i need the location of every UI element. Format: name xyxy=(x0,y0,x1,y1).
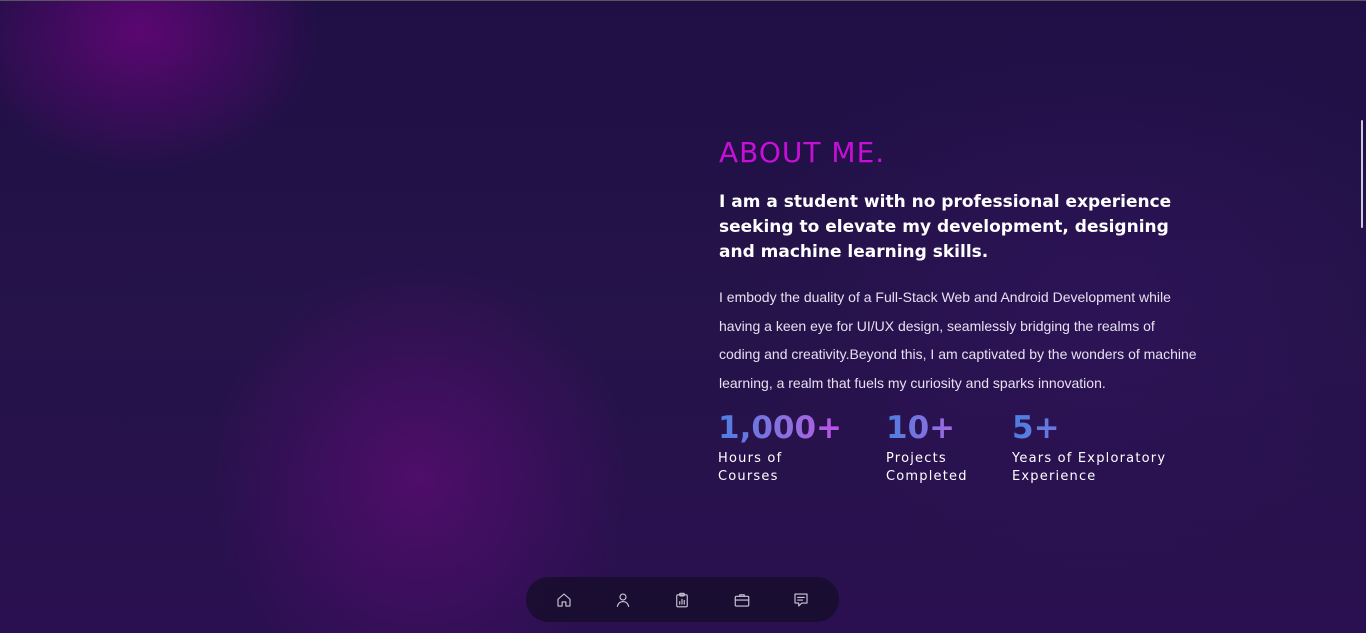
nav-home-button[interactable] xyxy=(547,583,581,617)
stat-years-experience: 5+ Years of Exploratory Experience xyxy=(1012,408,1212,486)
nav-about-button[interactable] xyxy=(606,583,640,617)
stat-label-line: Hours of xyxy=(718,451,783,466)
stat-label-line: Years of Exploratory xyxy=(1012,451,1167,466)
stats-row: 1,000+ Hours of Courses 10+ Projects Com… xyxy=(718,408,1218,498)
scrollbar-thumb[interactable] xyxy=(1361,120,1363,228)
stat-label-line: Courses xyxy=(718,469,779,484)
top-divider xyxy=(0,0,1366,1)
nav-resume-button[interactable] xyxy=(665,583,699,617)
stat-value: 1,000+ xyxy=(718,408,868,448)
message-icon xyxy=(794,592,808,607)
stat-hours-of-courses: 1,000+ Hours of Courses xyxy=(718,408,868,486)
stat-projects-completed: 10+ Projects Completed xyxy=(886,408,996,486)
home-icon xyxy=(557,592,571,607)
stat-value: 10+ xyxy=(886,408,996,448)
stat-value: 5+ xyxy=(1012,408,1212,448)
nav-work-button[interactable] xyxy=(725,583,759,617)
stat-label-line: Experience xyxy=(1012,469,1097,484)
about-section: ABOUT ME. I am a student with no profess… xyxy=(719,136,1219,397)
stat-label-line: Projects xyxy=(886,451,947,466)
clipboard-chart-icon xyxy=(676,592,689,607)
stat-label: Hours of Courses xyxy=(718,450,868,486)
nav-contact-button[interactable] xyxy=(784,583,818,617)
bottom-nav-bar xyxy=(526,577,839,622)
stat-label: Years of Exploratory Experience xyxy=(1012,450,1212,486)
stat-label-line: Completed xyxy=(886,469,968,484)
user-icon xyxy=(616,592,630,607)
portfolio-page: ABOUT ME. I am a student with no profess… xyxy=(0,0,1366,633)
briefcase-icon xyxy=(734,593,750,607)
about-description: I embody the duality of a Full-Stack Web… xyxy=(719,289,1197,391)
about-title: ABOUT ME. xyxy=(719,136,886,169)
about-headline: I am a student with no professional expe… xyxy=(719,192,1172,262)
stat-label: Projects Completed xyxy=(886,450,996,486)
